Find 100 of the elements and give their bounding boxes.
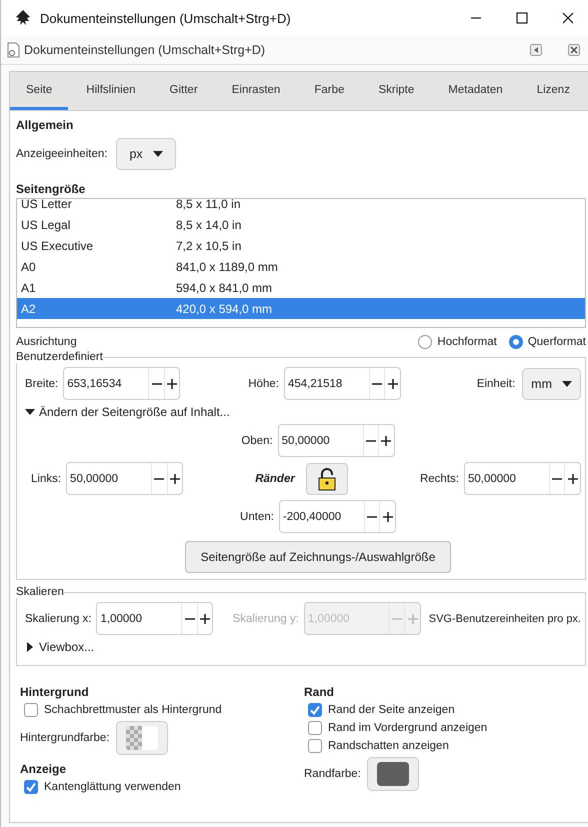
- number-input[interactable]: -200,40000: [280, 501, 364, 532]
- expander[interactable]: Viewbox...: [25, 635, 94, 659]
- minus-icon[interactable]: [148, 368, 164, 399]
- field-label: Links:: [31, 472, 62, 484]
- minus-icon[interactable]: [151, 463, 167, 494]
- field-label: Einheit:: [476, 378, 516, 390]
- table-cell-text: US Letter: [21, 199, 73, 210]
- plus-icon[interactable]: [564, 463, 580, 494]
- tab[interactable]: Gitter: [154, 72, 214, 110]
- color-button[interactable]: [366, 757, 419, 791]
- maximize-icon[interactable]: [516, 12, 528, 24]
- radio-label: Querformat: [528, 336, 586, 348]
- field-label: Breite:: [25, 378, 58, 390]
- table-cell: 8,5 x 14,0 in: [176, 218, 242, 232]
- panel-title: Dokumenteinstellungen (Umschalt+Strg+D): [24, 43, 266, 57]
- close-icon[interactable]: [568, 44, 580, 56]
- spin-box[interactable]: 50,00000: [278, 424, 395, 457]
- number-input[interactable]: 50,00000: [464, 463, 549, 494]
- unit-dropdown[interactable]: mm: [522, 368, 581, 400]
- list-row[interactable]: US Legal 8,5 x 14,0 in: [17, 214, 585, 235]
- checkbox[interactable]: [308, 739, 322, 753]
- list-row[interactable]: A1 594,0 x 841,0 mm: [17, 277, 585, 298]
- checkbox-label: Schachbrettmuster als Hintergrund: [44, 704, 222, 716]
- field-label: Randfarbe:: [304, 768, 361, 780]
- list-row[interactable]: US Letter 8,5 x 11,0 in: [17, 199, 585, 214]
- minus-icon[interactable]: [362, 425, 378, 456]
- table-cell-text: A2: [21, 302, 37, 316]
- triangle-icon: [25, 642, 35, 652]
- plus-icon[interactable]: [379, 501, 395, 532]
- plus-icon[interactable]: [166, 463, 182, 494]
- section-heading: Allgemein: [16, 117, 74, 134]
- tab[interactable]: Farbe: [298, 72, 360, 110]
- tab[interactable]: Lizenz: [520, 72, 586, 110]
- number-input[interactable]: 454,21518: [284, 368, 369, 399]
- tab[interactable]: Seite: [10, 72, 68, 110]
- tab[interactable]: Einrasten: [216, 72, 296, 110]
- list-row[interactable]: A0 841,0 x 1189,0 mm: [17, 256, 585, 277]
- number-input[interactable]: 50,00000: [278, 425, 363, 456]
- table-cell: 7,2 x 10,5 in: [176, 238, 242, 252]
- caret-icon: [562, 380, 572, 386]
- field-label: Anzeigeeinheiten:: [16, 148, 108, 160]
- table-cell: 8,5 x 11,0 in: [176, 199, 240, 210]
- tab[interactable]: Metadaten: [432, 72, 519, 110]
- app-logo-icon: [14, 9, 32, 27]
- table-cell: 420,0 x 594,0 mm: [176, 302, 272, 316]
- table-cell-text: A1: [21, 280, 37, 294]
- tab[interactable]: Hilfslinien: [70, 72, 152, 110]
- spin-box[interactable]: 50,00000: [66, 462, 184, 495]
- group-label: Benutzerdefiniert: [16, 351, 103, 363]
- number-input[interactable]: 50,00000: [67, 463, 152, 494]
- field-label: Höhe:: [248, 378, 279, 390]
- close-icon[interactable]: [562, 12, 574, 24]
- checkbox[interactable]: [24, 703, 38, 717]
- units-dropdown[interactable]: px: [116, 138, 176, 170]
- expander[interactable]: Ändern der Seitengröße auf Inhalt...: [25, 400, 230, 424]
- checkbox-label: Rand der Seite anzeigen: [328, 704, 455, 716]
- triangle-icon: [25, 407, 35, 417]
- field-label: Oben:: [241, 434, 273, 446]
- unit-text: SVG-Benutzereinheiten pro px.: [428, 612, 581, 624]
- spin-box[interactable]: 50,00000: [464, 462, 581, 495]
- color-button[interactable]: [116, 721, 168, 755]
- section-heading: Rand: [304, 684, 335, 699]
- minus-icon[interactable]: [364, 501, 380, 532]
- minus-icon[interactable]: [368, 368, 384, 399]
- margins-label: Ränder: [255, 472, 295, 484]
- spin-box[interactable]: -200,40000: [278, 500, 396, 533]
- table-cell-text: A0: [21, 260, 37, 274]
- collapse-icon[interactable]: [530, 44, 542, 56]
- group-label: Skalieren: [16, 586, 64, 598]
- radio-button[interactable]: [508, 335, 523, 349]
- minus-icon[interactable]: [181, 603, 197, 634]
- spin-box[interactable]: 653,16534: [63, 367, 180, 400]
- checkerboard-swatch: [126, 726, 158, 750]
- number-input[interactable]: 653,16534: [64, 368, 148, 399]
- checkbox[interactable]: [308, 703, 322, 717]
- field-label: Ausrichtung: [16, 336, 77, 348]
- plus-icon[interactable]: [378, 425, 394, 456]
- checkbox-label: Randschatten anzeigen: [328, 740, 449, 752]
- number-input[interactable]: 1,00000: [97, 603, 182, 634]
- list-row[interactable]: A2 420,0 x 594,0 mm: [17, 298, 585, 319]
- section-heading: Anzeige: [20, 761, 68, 776]
- checkbox[interactable]: [24, 780, 38, 794]
- checkbox[interactable]: [308, 721, 322, 735]
- field-label: Skalierung x:: [25, 612, 92, 624]
- radio-label: Hochformat: [437, 336, 497, 348]
- minus-icon[interactable]: [548, 463, 564, 494]
- spin-box[interactable]: 454,21518: [284, 367, 401, 400]
- plus-icon[interactable]: [164, 368, 180, 399]
- fit-page-button[interactable]: Seitengröße auf Zeichnungs-/Auswahlgröße: [184, 541, 452, 573]
- field-label: Rechts:: [420, 472, 459, 484]
- spin-box[interactable]: 1,00000: [96, 602, 214, 635]
- tab[interactable]: Skripte: [362, 72, 430, 110]
- radio-button[interactable]: [418, 335, 432, 349]
- list-row[interactable]: US Executive 7,2 x 10,5 in: [17, 235, 585, 256]
- plus-icon[interactable]: [384, 368, 400, 399]
- caret-icon: [152, 151, 163, 157]
- table-cell: 594,0 x 841,0 mm: [176, 280, 272, 294]
- color-swatch: [376, 762, 409, 786]
- plus-icon[interactable]: [196, 603, 212, 634]
- lock-button[interactable]: [306, 462, 348, 494]
